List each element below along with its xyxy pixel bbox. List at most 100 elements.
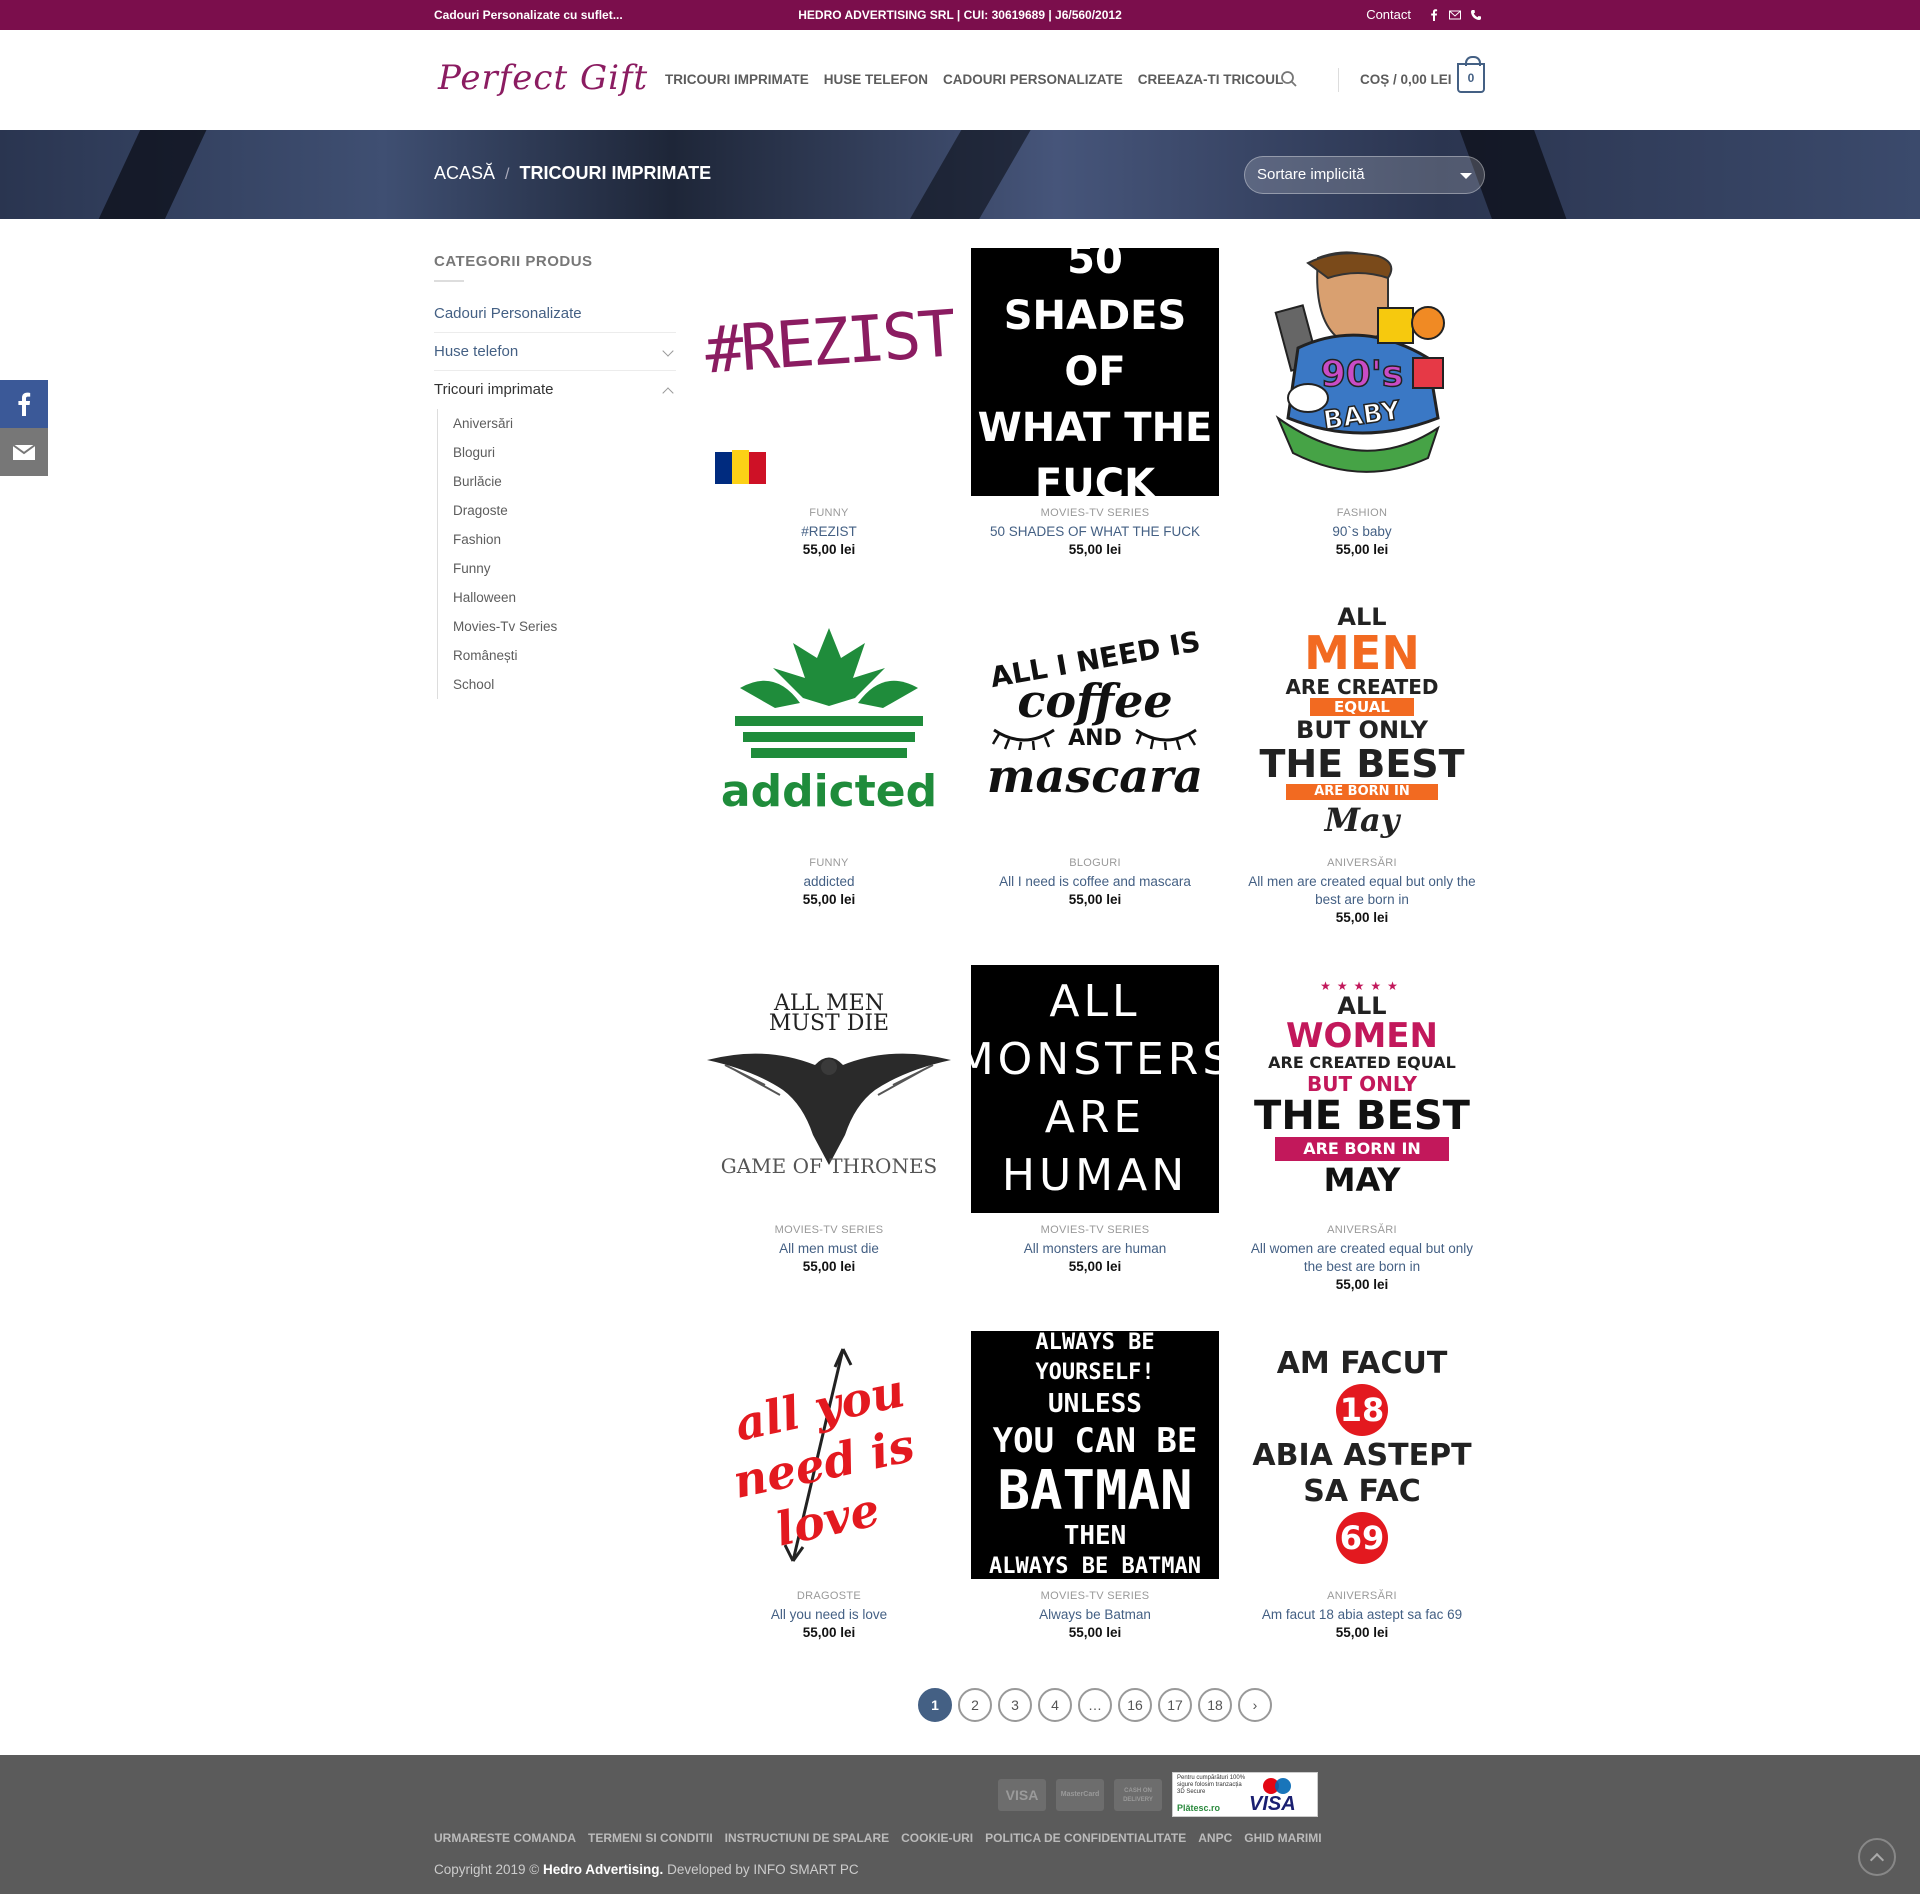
contact-link[interactable]: Contact <box>1366 7 1411 22</box>
product-category[interactable]: FUNNY <box>705 857 953 869</box>
page-18[interactable]: 18 <box>1198 1688 1232 1722</box>
product-price: 55,00 lei <box>1068 1259 1122 1274</box>
product-title[interactable]: All men must die <box>705 1240 953 1258</box>
product-image[interactable]: 90's BABY <box>1238 248 1486 496</box>
product-category[interactable]: ANIVERSĂRI <box>1238 1590 1486 1602</box>
subcategory-item[interactable]: Movies-Tv Series <box>453 612 676 641</box>
subcategory-item[interactable]: Fashion <box>453 525 676 554</box>
product-title[interactable]: 90`s baby <box>1238 523 1486 541</box>
product-category[interactable]: ANIVERSĂRI <box>1238 857 1486 869</box>
footer-link[interactable]: INSTRUCTIUNI DE SPALARE <box>725 1831 889 1845</box>
footer-link[interactable]: POLITICA DE CONFIDENTIALITATE <box>985 1831 1186 1845</box>
page-2[interactable]: 2 <box>958 1688 992 1722</box>
subcategory-item[interactable]: School <box>453 670 676 699</box>
product-card[interactable]: all you need is love DRAGOSTE All you ne… <box>705 1331 953 1640</box>
chevron-down-icon[interactable] <box>662 345 674 357</box>
category-huse-telefon[interactable]: Huse telefon <box>434 333 676 371</box>
nav-creeaza-tricoul[interactable]: CREEAZA-TI TRICOUL <box>1138 72 1284 87</box>
subcategory-item[interactable]: Halloween <box>453 583 676 612</box>
product-image[interactable]: #REZIST <box>705 248 953 496</box>
page-17[interactable]: 17 <box>1158 1688 1192 1722</box>
product-card[interactable]: ALWAYS BE YOURSELF! UNLESS YOU CAN BE BA… <box>971 1331 1219 1640</box>
90s-baby-illustration: 90's BABY <box>1274 251 1445 473</box>
footer-link[interactable]: ANPC <box>1198 1831 1232 1845</box>
product-title[interactable]: Am facut 18 abia astept sa fac 69 <box>1238 1606 1486 1624</box>
art-text: MUST DIE <box>769 1011 889 1036</box>
search-icon[interactable] <box>1280 70 1298 88</box>
product-card[interactable]: addicted FUNNY addicted 55,00 lei <box>705 598 953 907</box>
subcategory-item[interactable]: Dragoste <box>453 496 676 525</box>
product-image[interactable]: ★★★★★ ALL WOMEN ARE CREATED EQUAL BUT ON… <box>1238 965 1486 1213</box>
breadcrumb-home[interactable]: ACASĂ <box>434 163 495 184</box>
product-image[interactable]: all you need is love <box>705 1331 953 1579</box>
share-facebook-button[interactable] <box>0 380 48 428</box>
product-card[interactable]: 90's BABY FASHION 90`s baby 55,00 lei <box>1238 248 1486 557</box>
product-category[interactable]: MOVIES-TV SERIES <box>971 1590 1219 1602</box>
product-title[interactable]: All women are created equal but only the… <box>1238 1240 1486 1276</box>
product-category[interactable]: FASHION <box>1238 507 1486 519</box>
footer-link[interactable]: GHID MARIMI <box>1244 1831 1321 1845</box>
chevron-up-icon[interactable] <box>662 387 674 399</box>
cart-count-badge[interactable]: 0 <box>1457 56 1485 93</box>
product-category[interactable]: MOVIES-TV SERIES <box>705 1224 953 1236</box>
product-image[interactable]: ALL MEN ARE CREATED EQUAL BUT ONLY THE B… <box>1238 598 1486 846</box>
facebook-icon[interactable] <box>1428 8 1440 21</box>
share-email-button[interactable] <box>0 428 48 476</box>
product-image[interactable]: ALWAYS BE YOURSELF! UNLESS YOU CAN BE BA… <box>971 1331 1219 1579</box>
product-image[interactable]: addicted <box>705 598 953 846</box>
product-image[interactable]: ALL I NEED IS coffee AND mascara <box>971 598 1219 846</box>
page-3[interactable]: 3 <box>998 1688 1032 1722</box>
product-card[interactable]: ALL MEN ARE CREATED EQUAL BUT ONLY THE B… <box>1238 598 1486 925</box>
breadcrumb-separator: / <box>505 166 510 183</box>
subcategory-item[interactable]: Românești <box>453 641 676 670</box>
product-category[interactable]: MOVIES-TV SERIES <box>971 1224 1219 1236</box>
sort-select[interactable]: Sortare implicită <box>1244 156 1485 194</box>
page-1[interactable]: 1 <box>918 1688 952 1722</box>
footer-link[interactable]: URMARESTE COMANDA <box>434 1831 576 1845</box>
product-title[interactable]: All monsters are human <box>971 1240 1219 1258</box>
product-image[interactable]: ALL MEN MUST DIE GAME OF THRONES <box>705 965 953 1213</box>
product-title[interactable]: #REZIST <box>705 523 953 541</box>
footer-link[interactable]: TERMENI SI CONDITII <box>588 1831 713 1845</box>
subcategory-item[interactable]: Bloguri <box>453 438 676 467</box>
product-card[interactable]: ★★★★★ ALL WOMEN ARE CREATED EQUAL BUT ON… <box>1238 965 1486 1292</box>
back-to-top-button[interactable] <box>1858 1838 1896 1876</box>
product-card[interactable]: ALL MEN MUST DIE GAME OF THRONES MOVIES-… <box>705 965 953 1274</box>
category-tricouri-imprimate[interactable]: Tricouri imprimate <box>434 371 676 409</box>
nav-cadouri-personalizate[interactable]: CADOURI PERSONALIZATE <box>943 72 1123 87</box>
nav-tricouri-imprimate[interactable]: TRICOURI IMPRIMATE <box>665 72 809 87</box>
product-category[interactable]: BLOGURI <box>971 857 1219 869</box>
product-title[interactable]: 50 SHADES OF WHAT THE FUCK <box>971 523 1219 541</box>
phone-icon[interactable] <box>1470 9 1482 21</box>
page-4[interactable]: 4 <box>1038 1688 1072 1722</box>
subcategory-item[interactable]: Aniversări <box>453 409 676 438</box>
nav-huse-telefon[interactable]: HUSE TELEFON <box>824 72 928 87</box>
product-image[interactable]: ALL MONSTERS ARE HUMAN <box>971 965 1219 1213</box>
site-logo[interactable]: Perfect Gift <box>438 58 648 98</box>
category-cadouri-personalizate[interactable]: Cadouri Personalizate <box>434 295 676 333</box>
product-category[interactable]: FUNNY <box>705 507 953 519</box>
product-card[interactable]: ALL I NEED IS coffee AND mascara BLOGURI… <box>971 598 1219 907</box>
product-title[interactable]: All I need is coffee and mascara <box>971 873 1219 891</box>
product-title[interactable]: Always be Batman <box>971 1606 1219 1624</box>
subcategory-item[interactable]: Funny <box>453 554 676 583</box>
product-card[interactable]: AM FACUT 18 ABIA ASTEPT SA FAC 69 ANIVER… <box>1238 1331 1486 1640</box>
page-16[interactable]: 16 <box>1118 1688 1152 1722</box>
product-card[interactable]: 50 SHADES OF WHAT THE FUCK MOVIES-TV SER… <box>971 248 1219 557</box>
cart-link[interactable]: COȘ / 0,00 LEI <box>1360 72 1452 87</box>
product-card[interactable]: ALL MONSTERS ARE HUMAN MOVIES-TV SERIES … <box>971 965 1219 1274</box>
next-page-button[interactable]: › <box>1238 1688 1272 1722</box>
product-title[interactable]: All men are created equal but only the b… <box>1238 873 1486 909</box>
footer-link[interactable]: COOKIE-URI <box>901 1831 973 1845</box>
mail-icon[interactable] <box>1449 9 1461 21</box>
product-category[interactable]: DRAGOSTE <box>705 1590 953 1602</box>
product-category[interactable]: ANIVERSĂRI <box>1238 1224 1486 1236</box>
product-title[interactable]: All you need is love <box>705 1606 953 1624</box>
product-category[interactable]: MOVIES-TV SERIES <box>971 507 1219 519</box>
product-image[interactable]: AM FACUT 18 ABIA ASTEPT SA FAC 69 <box>1238 1331 1486 1579</box>
product-image[interactable]: 50 SHADES OF WHAT THE FUCK <box>971 248 1219 496</box>
subcategory-item[interactable]: Burlăcie <box>453 467 676 496</box>
product-card[interactable]: #REZIST FUNNY #REZIST 55,00 lei <box>705 248 953 557</box>
product-title[interactable]: addicted <box>705 873 953 891</box>
copyright-company[interactable]: Hedro Advertising. <box>543 1862 663 1877</box>
